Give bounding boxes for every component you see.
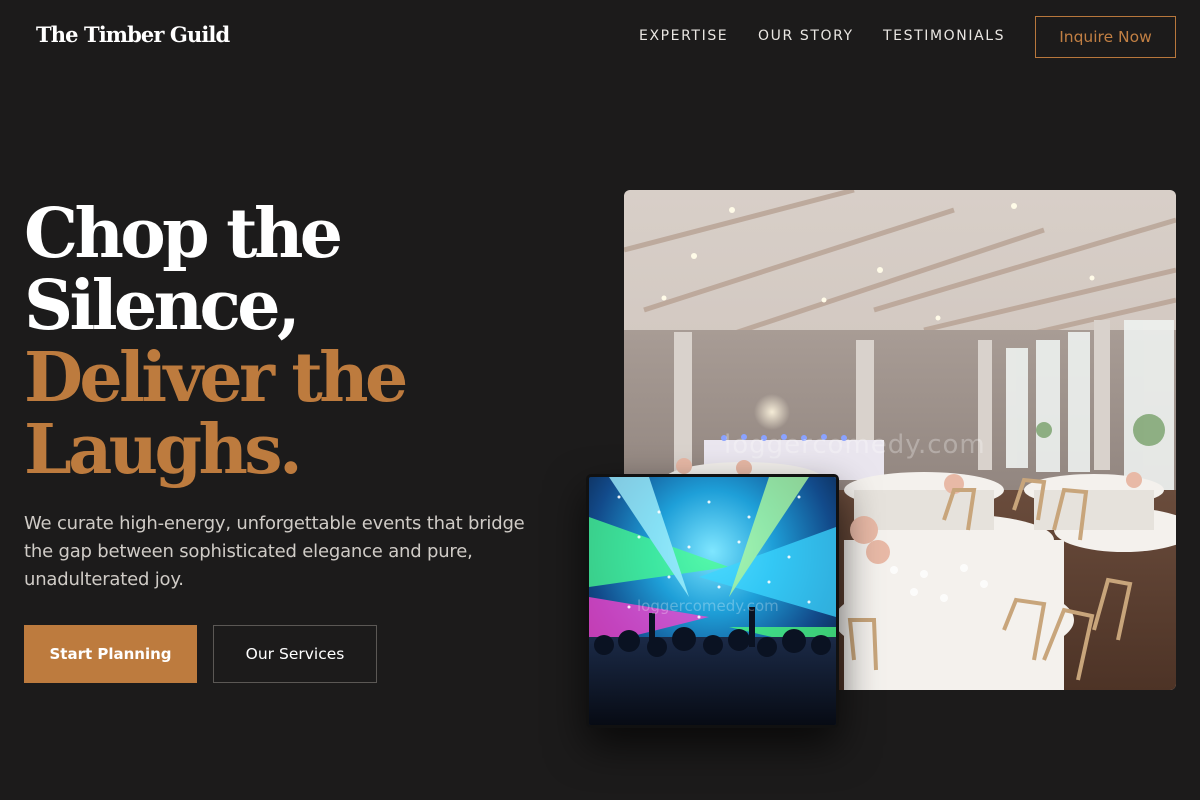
headline-line-1: Chop the [24, 194, 343, 274]
concert-crowd-image: loggercomedy.com [586, 474, 839, 728]
hero-description: We curate high-energy, unforgettable eve… [24, 513, 525, 590]
our-services-button[interactable]: Our Services [213, 625, 377, 683]
nav-link-our-story[interactable]: OUR STORY [758, 28, 854, 44]
hero-headline: Chop the Silence, Deliver the Laughs. [24, 198, 584, 486]
headline-line-4: Laughs. [24, 410, 303, 490]
headline-line-3: Deliver the [24, 338, 408, 418]
nav-link-testimonials[interactable]: TESTIMONIALS [883, 28, 1005, 44]
site-logo[interactable]: The Timber Guild [36, 22, 230, 47]
nav-link-expertise[interactable]: EXPERTISE [639, 28, 728, 44]
start-planning-button[interactable]: Start Planning [24, 625, 197, 683]
inquire-now-button[interactable]: Inquire Now [1035, 16, 1176, 58]
site-header: The Timber Guild EXPERTISE OUR STORY TES… [0, 0, 1200, 74]
headline-line-2: Silence, [24, 266, 301, 346]
